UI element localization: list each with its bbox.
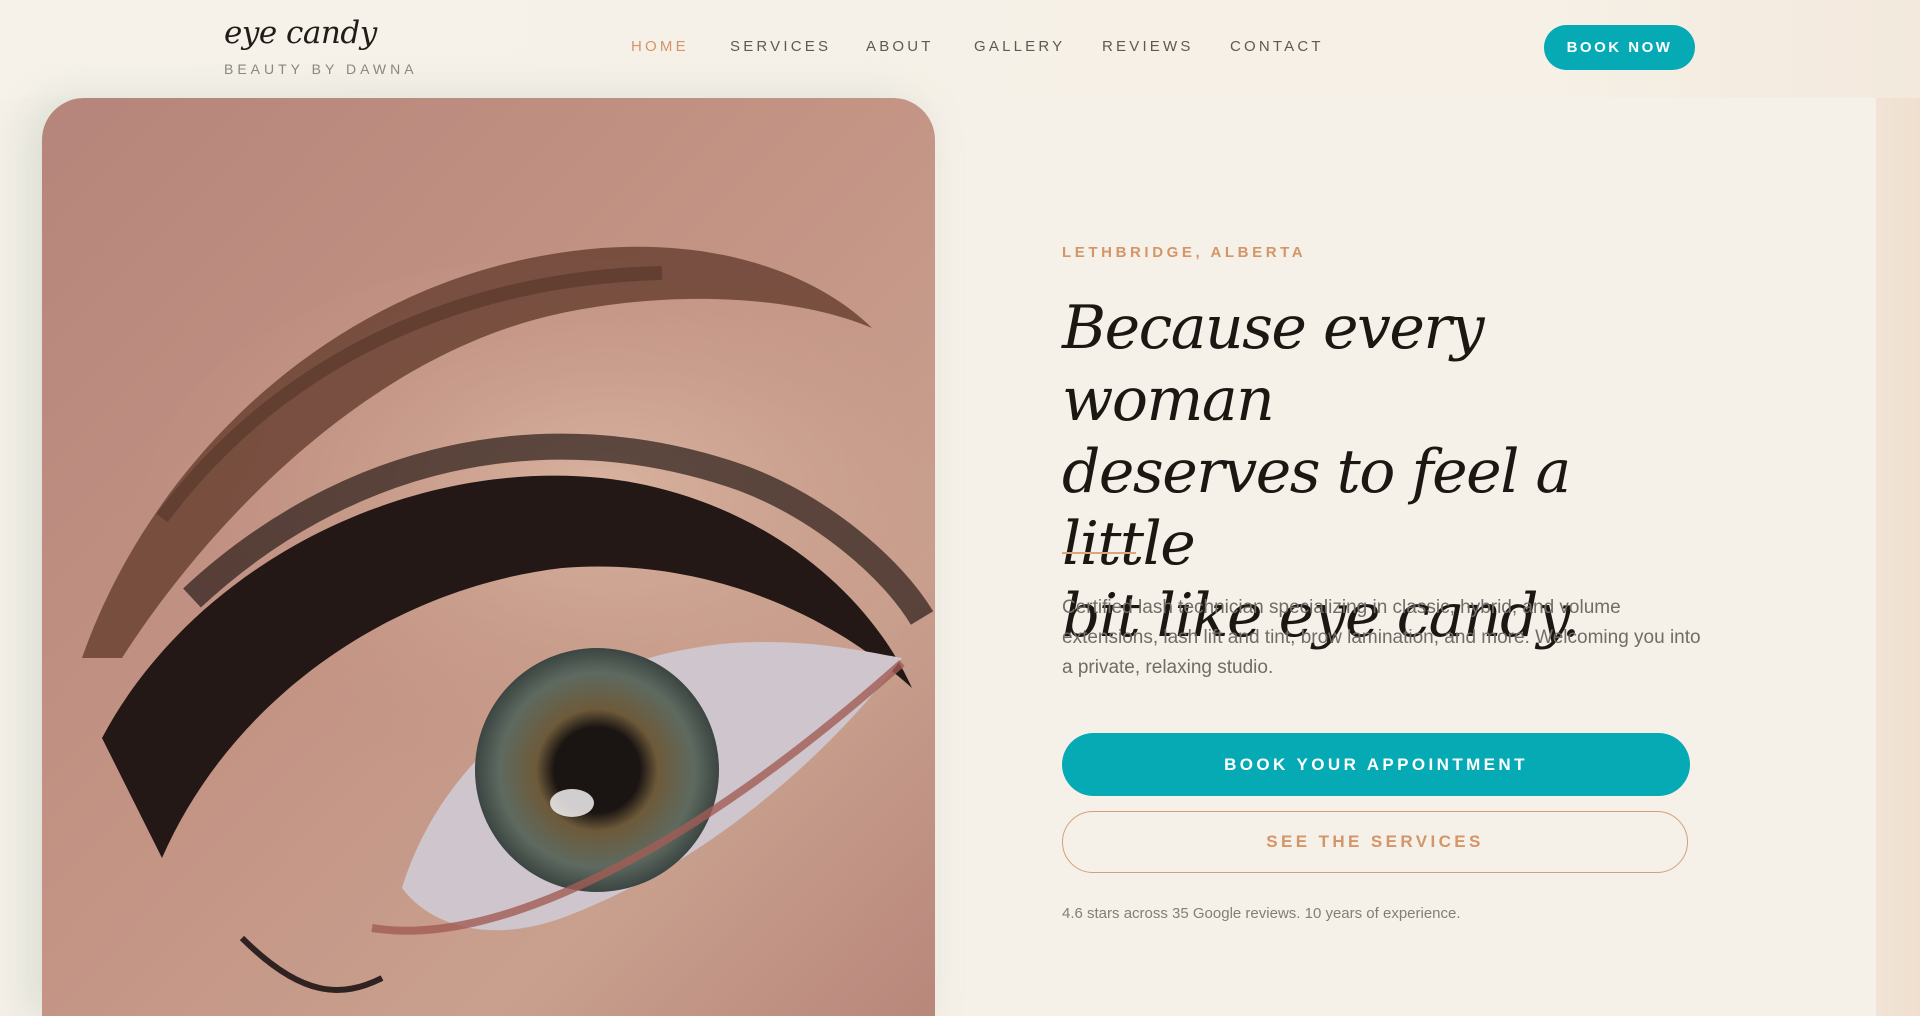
brand-logo[interactable]: eye candy BEAUTY BY DAWNA: [224, 15, 418, 78]
decorative-strip: [1876, 98, 1920, 1016]
brand-subtitle: BEAUTY BY DAWNA: [224, 61, 418, 77]
book-appointment-button[interactable]: BOOK YOUR APPOINTMENT: [1062, 733, 1690, 796]
nav-item-about[interactable]: ABOUT: [866, 38, 934, 55]
reviews-footnote: 4.6 stars across 35 Google reviews. 10 y…: [1062, 905, 1461, 922]
nav-item-gallery[interactable]: GALLERY: [974, 38, 1065, 55]
nav-item-contact[interactable]: CONTACT: [1230, 38, 1324, 55]
nav-item-services[interactable]: SERVICES: [730, 38, 831, 55]
see-services-button[interactable]: SEE THE SERVICES: [1062, 811, 1688, 873]
location-kicker: LETHBRIDGE, ALBERTA: [1062, 244, 1307, 261]
book-now-button[interactable]: BOOK NOW: [1544, 25, 1695, 70]
hero-description: Certified lash technician specializing i…: [1062, 597, 1701, 678]
headline-line-1: Because every woman: [1062, 293, 1484, 435]
site-header: eye candy BEAUTY BY DAWNA HOME SERVICES …: [0, 0, 1920, 98]
hero-eye-image: [42, 98, 935, 1016]
divider-rule: [1062, 552, 1136, 554]
nav-item-reviews[interactable]: REVIEWS: [1102, 38, 1194, 55]
brand-name: eye candy: [224, 15, 377, 51]
nav-item-home[interactable]: HOME: [631, 38, 689, 55]
headline-line-2: deserves to feel a little: [1062, 437, 1571, 579]
